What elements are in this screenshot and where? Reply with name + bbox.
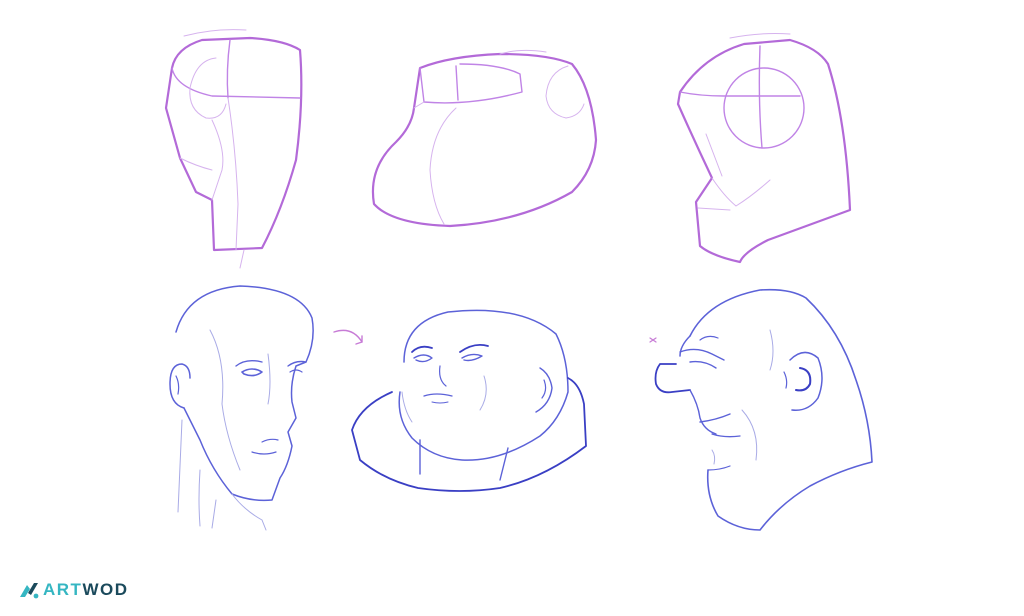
brand-name-part2: WOD <box>82 580 129 599</box>
finished-head-thin-man <box>169 285 314 531</box>
construction-head-block-wide <box>371 49 598 228</box>
brand-name-part1: ART <box>43 580 83 599</box>
artwod-logo-icon <box>20 583 39 599</box>
artwod-wordmark: ART WOD <box>43 580 129 600</box>
construction-head-block-profile <box>676 33 852 264</box>
finished-head-stocky-man <box>351 309 587 492</box>
finished-head-brute-profile <box>654 288 873 531</box>
head-construction-illustration <box>164 29 873 531</box>
construction-head-block-tall <box>164 29 303 269</box>
sparkle-icon <box>649 337 657 343</box>
artwod-logo[interactable]: ART WOD <box>18 578 129 602</box>
transition-arrow-icon <box>333 329 363 345</box>
